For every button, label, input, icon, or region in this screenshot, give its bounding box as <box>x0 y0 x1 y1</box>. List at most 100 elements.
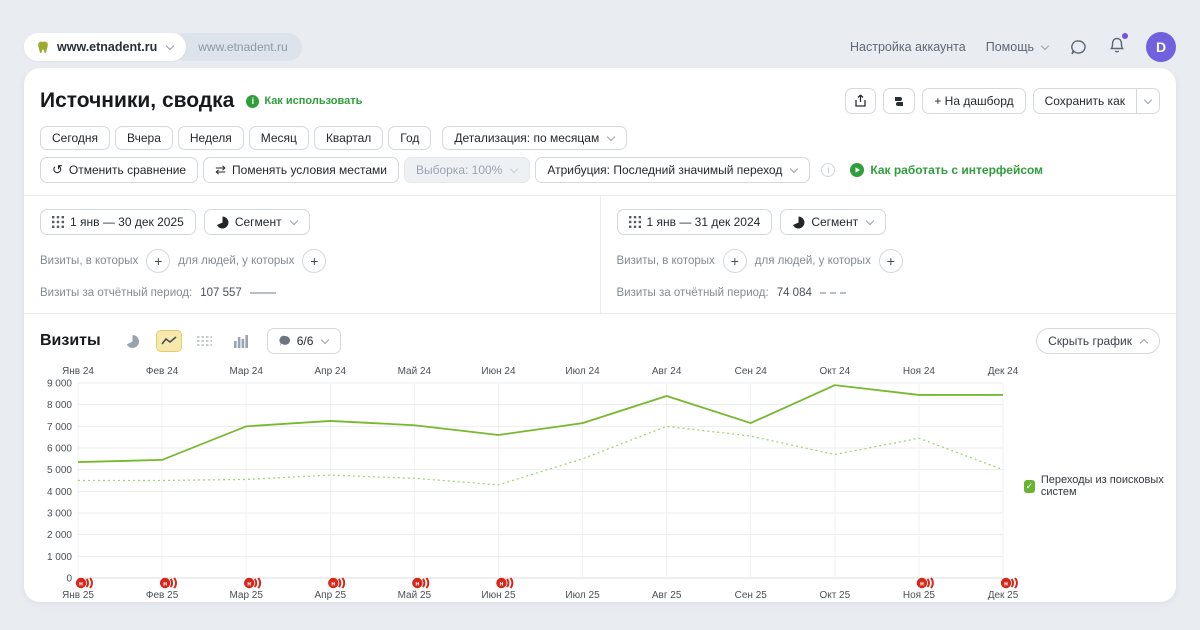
chevron-down-icon <box>166 41 174 49</box>
annotation-marker-icon[interactable]: н <box>496 578 512 588</box>
cancel-compare-button[interactable]: ↺ Отменить сравнение <box>40 157 198 183</box>
svg-text:Мар 24: Мар 24 <box>229 366 263 377</box>
period-tab-quarter[interactable]: Квартал <box>314 126 383 150</box>
how-to-use-label: Как использовать <box>264 95 362 107</box>
play-icon <box>850 163 864 177</box>
detalization-dropdown[interactable]: Детализация: по месяцам <box>442 126 627 150</box>
svg-text:н: н <box>415 580 419 587</box>
add-visit-condition-button[interactable]: + <box>146 249 170 273</box>
legend-checkbox[interactable]: ✓ <box>1024 480 1035 493</box>
counter-search-input[interactable]: www.etnadent.ru <box>170 33 302 61</box>
annotation-marker-icon[interactable]: н <box>1001 578 1017 588</box>
calendar-grid-icon <box>52 216 64 228</box>
bar-chart-icon[interactable] <box>229 331 253 351</box>
svg-text:Янв 24: Янв 24 <box>62 366 94 377</box>
add-to-dashboard-button[interactable]: + На дашборд <box>922 88 1025 114</box>
account-settings-link[interactable]: Настройка аккаунта <box>850 40 966 54</box>
svg-text:Апр 24: Апр 24 <box>314 366 346 377</box>
avatar[interactable]: D <box>1146 32 1176 62</box>
detalization-label: Детализация: по месяцам <box>454 131 599 145</box>
attribution-info-icon[interactable]: i <box>821 163 835 177</box>
annotation-marker-icon[interactable]: н <box>328 578 344 588</box>
svg-text:н: н <box>1004 580 1008 587</box>
svg-text:Окт 25: Окт 25 <box>819 590 850 601</box>
chart-header: Визиты 6/6 Скрыть график <box>24 314 1176 362</box>
series-dashed[interactable] <box>78 426 1003 485</box>
widgets-button[interactable] <box>883 88 915 114</box>
how-to-use-link[interactable]: i Как использовать <box>246 95 362 108</box>
sampling-dropdown[interactable]: Выборка: 100% <box>404 157 530 183</box>
svg-text:н: н <box>499 580 503 587</box>
chevron-down-icon <box>1041 41 1049 49</box>
date-range-button-b[interactable]: 1 янв — 31 дек 2024 <box>617 209 773 235</box>
svg-text:Июн 25: Июн 25 <box>481 590 516 601</box>
annotation-marker-icon[interactable]: н <box>160 578 176 588</box>
counter-selector: www.etnadent.ru www.etnadent.ru <box>24 33 302 61</box>
period-tabs-row: Сегодня Вчера Неделя Месяц Квартал Год Д… <box>24 126 1176 150</box>
add-visit-condition-button[interactable]: + <box>723 249 747 273</box>
comment-bubble-icon <box>279 335 291 347</box>
svg-text:2 000: 2 000 <box>47 530 72 541</box>
chevron-down-icon <box>790 164 798 172</box>
annotation-marker-icon[interactable]: н <box>244 578 260 588</box>
period-tab-year[interactable]: Год <box>388 126 431 150</box>
swap-conditions-button[interactable]: ⇄ Поменять условия местами <box>203 157 399 183</box>
hide-chart-button[interactable]: Скрыть график <box>1036 328 1160 354</box>
visits-line-chart[interactable]: 01 0002 0003 0004 0005 0006 0007 0008 00… <box>42 362 1032 610</box>
for-people-label: для людей, у которых <box>178 255 294 267</box>
main-card: Источники, сводка i Как использовать + Н… <box>24 68 1176 602</box>
svg-text:Авг 25: Авг 25 <box>652 590 682 601</box>
segment-dropdown-b[interactable]: Сегмент <box>780 209 886 235</box>
save-as-chevron-button[interactable] <box>1137 88 1160 114</box>
sampling-label: Выборка: 100% <box>416 163 502 177</box>
svg-text:8 000: 8 000 <box>47 400 72 411</box>
svg-text:7 000: 7 000 <box>47 422 72 433</box>
total-value: 107 557 <box>200 287 242 299</box>
add-people-condition-button[interactable]: + <box>302 249 326 273</box>
total-value: 74 084 <box>777 287 812 299</box>
period-tab-label: Вчера <box>127 131 161 145</box>
svg-text:3 000: 3 000 <box>47 509 72 520</box>
annotation-marker-icon[interactable]: н <box>76 578 92 588</box>
period-tab-month[interactable]: Месяц <box>249 126 309 150</box>
svg-text:н: н <box>247 580 251 587</box>
add-people-condition-button[interactable]: + <box>879 249 903 273</box>
period-tab-yesterday[interactable]: Вчера <box>115 126 173 150</box>
notification-dot <box>1122 33 1128 39</box>
segment-panel-a: 1 янв — 30 дек 2025 Сегмент Визиты, в ко… <box>24 196 600 313</box>
help-menu[interactable]: Помощь <box>986 40 1049 54</box>
chevron-up-icon <box>1140 338 1148 346</box>
period-tab-week[interactable]: Неделя <box>178 126 244 150</box>
share-icon <box>854 94 867 108</box>
period-tab-label: Год <box>400 131 419 145</box>
chat-icon[interactable] <box>1069 38 1088 57</box>
segment-label: Сегмент <box>235 215 282 229</box>
save-as-button[interactable]: Сохранить как <box>1033 88 1137 114</box>
controls-row: ↺ Отменить сравнение ⇄ Поменять условия … <box>24 157 1176 183</box>
notifications[interactable] <box>1108 36 1126 58</box>
dashed-lines-icon[interactable] <box>193 331 217 351</box>
annotation-marker-icon[interactable]: н <box>917 578 933 588</box>
svg-text:Янв 25: Янв 25 <box>62 590 94 601</box>
series-solid[interactable] <box>78 385 1003 462</box>
svg-text:Окт 24: Окт 24 <box>819 366 850 377</box>
export-button[interactable] <box>845 88 876 114</box>
svg-text:Дек 25: Дек 25 <box>988 590 1019 601</box>
visits-in-label: Визиты, в которых <box>617 255 715 267</box>
info-icon: i <box>246 95 259 108</box>
metrics-count-dropdown[interactable]: 6/6 <box>267 328 342 354</box>
header-actions: + На дашборд Сохранить как <box>845 88 1160 114</box>
attribution-dropdown[interactable]: Атрибуция: Последний значимый переход <box>535 157 810 183</box>
cancel-compare-label: Отменить сравнение <box>69 163 186 177</box>
segment-dropdown-a[interactable]: Сегмент <box>204 209 310 235</box>
date-range-button-a[interactable]: 1 янв — 30 дек 2025 <box>40 209 196 235</box>
annotation-marker-icon[interactable]: н <box>412 578 428 588</box>
svg-text:Апр 25: Апр 25 <box>314 590 346 601</box>
pie-chart-icon[interactable] <box>121 331 145 351</box>
period-tab-today[interactable]: Сегодня <box>40 126 110 150</box>
swap-conditions-label: Поменять условия местами <box>232 163 387 177</box>
counter-pill[interactable]: www.etnadent.ru <box>24 33 186 61</box>
line-chart-icon[interactable] <box>157 331 181 351</box>
segment-pie-icon <box>792 216 805 229</box>
interface-help-link[interactable]: Как работать с интерфейсом <box>850 163 1043 177</box>
